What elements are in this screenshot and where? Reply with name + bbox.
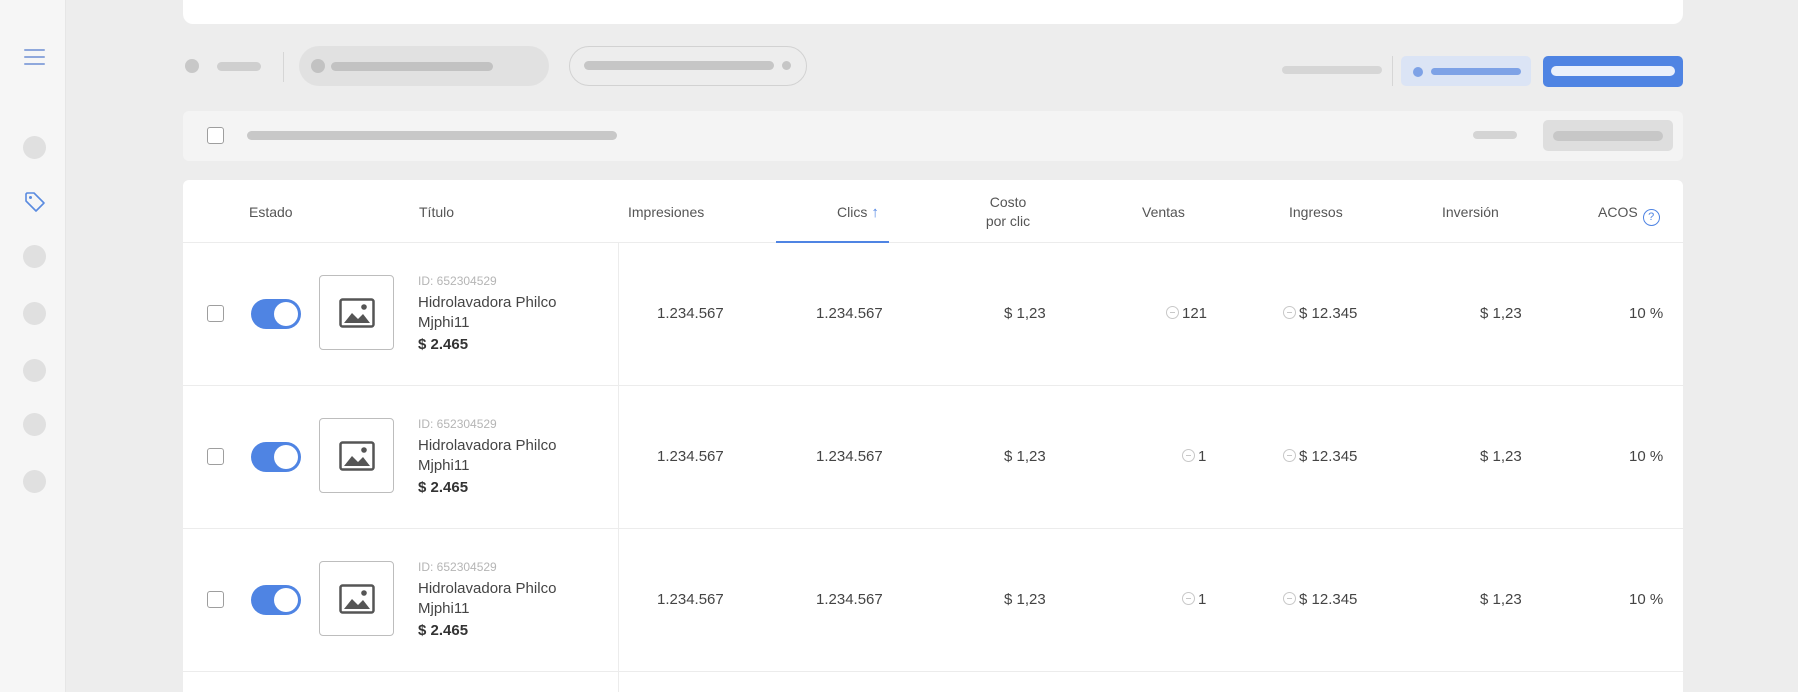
column-ventas[interactable]: Ventas: [1142, 204, 1185, 220]
column-clics-label: Clics: [837, 204, 868, 220]
nav-placeholder-icon[interactable]: [23, 245, 46, 268]
select-all-checkbox[interactable]: [207, 127, 224, 144]
costo-value: $ 1,23: [1004, 448, 1046, 465]
inversion-value: $ 1,23: [1480, 305, 1522, 322]
ingresos-info-icon: [1283, 306, 1296, 319]
column-costo-line1: Costo: [989, 194, 1027, 210]
ingresos-cell: $ 12.345: [1283, 448, 1357, 465]
product-price: $ 2.465: [418, 622, 469, 639]
ventas-info-icon: [1166, 306, 1179, 319]
nav-placeholder-icon[interactable]: [23, 302, 46, 325]
ingresos-cell: $ 12.345: [1283, 591, 1357, 608]
selection-placeholder-text: [247, 131, 617, 140]
acos-value: 10 %: [1629, 305, 1664, 322]
campaign-table: Estado Título Impresiones Clics ↑ Costo p…: [183, 180, 1683, 692]
bulk-action-bar: [183, 111, 1683, 161]
table-row: ID: 652304529 Hidrolavadora Philco Mjphi…: [183, 529, 1683, 672]
product-thumbnail: [319, 561, 394, 636]
bulk-action-button[interactable]: [1543, 120, 1673, 151]
column-costo-line2: por clic: [985, 213, 1031, 229]
ventas-cell: 121: [1166, 305, 1207, 322]
acos-value: 10 %: [1629, 591, 1664, 608]
product-thumbnail: [319, 275, 394, 350]
column-clics[interactable]: Clics ↑: [837, 204, 879, 221]
product-price: $ 2.465: [418, 336, 469, 353]
image-placeholder-icon: [339, 298, 375, 328]
menu-icon[interactable]: [24, 49, 45, 65]
selection-placeholder-label: [1473, 131, 1517, 139]
column-impresiones[interactable]: Impresiones: [628, 204, 704, 220]
ingresos-info-icon: [1283, 592, 1296, 605]
product-thumbnail: [319, 418, 394, 493]
product-title[interactable]: Hidrolavadora Philco Mjphi11: [418, 293, 598, 333]
ventas-cell: 1: [1182, 591, 1206, 608]
impresiones-value: 1.234.567: [657, 591, 724, 608]
table-header: Estado Título Impresiones Clics ↑ Costo p…: [183, 180, 1683, 243]
image-placeholder-icon: [339, 441, 375, 471]
ventas-cell: 1: [1182, 448, 1206, 465]
ingresos-value: $ 12.345: [1299, 448, 1358, 465]
filter-bar: [183, 42, 1683, 92]
ingresos-info-icon: [1283, 449, 1296, 462]
column-ingresos[interactable]: Ingresos: [1289, 204, 1343, 220]
filter-placeholder-text: [1282, 66, 1382, 74]
primary-button[interactable]: [1543, 56, 1683, 87]
product-id: ID: 652304529: [418, 560, 497, 574]
column-acos[interactable]: ACOS?: [1598, 204, 1660, 226]
image-placeholder-icon: [339, 584, 375, 614]
table-row: ID: 652304529 Hidrolavadora Philco Mjphi…: [183, 243, 1683, 386]
ventas-info-icon: [1182, 592, 1195, 605]
clics-value: 1.234.567: [816, 305, 883, 322]
filter-dropdown[interactable]: [569, 46, 807, 86]
row-checkbox[interactable]: [207, 305, 224, 322]
help-icon[interactable]: ?: [1642, 209, 1660, 226]
product-title[interactable]: Hidrolavadora Philco Mjphi11: [418, 579, 598, 619]
divider: [1392, 56, 1393, 86]
status-toggle[interactable]: [251, 442, 301, 472]
product-price: $ 2.465: [418, 479, 469, 496]
clics-value: 1.234.567: [816, 591, 883, 608]
inversion-value: $ 1,23: [1480, 448, 1522, 465]
clics-value: 1.234.567: [816, 448, 883, 465]
nav-placeholder-icon[interactable]: [23, 359, 46, 382]
table-row: ID: 652304529 Hidrolavadora Philco Mjphi…: [183, 386, 1683, 529]
status-toggle[interactable]: [251, 299, 301, 329]
column-costo-por-clic[interactable]: Costo por clic: [968, 193, 1048, 231]
sort-arrow-up-icon: ↑: [871, 204, 879, 221]
costo-value: $ 1,23: [1004, 591, 1046, 608]
inversion-value: $ 1,23: [1480, 591, 1522, 608]
column-estado[interactable]: Estado: [249, 204, 293, 220]
impresiones-value: 1.234.567: [657, 448, 724, 465]
ventas-value: 121: [1182, 305, 1208, 322]
ingresos-value: $ 12.345: [1299, 305, 1358, 322]
ingresos-value: $ 12.345: [1299, 591, 1358, 608]
column-inversion[interactable]: Inversión: [1442, 204, 1499, 220]
row-checkbox[interactable]: [207, 591, 224, 608]
side-rail: [0, 0, 66, 692]
ingresos-cell: $ 12.345: [1283, 305, 1357, 322]
ventas-value: 1: [1198, 448, 1207, 465]
row-checkbox[interactable]: [207, 448, 224, 465]
divider: [283, 52, 284, 82]
nav-placeholder-icon[interactable]: [23, 136, 46, 159]
ventas-info-icon: [1182, 449, 1195, 462]
costo-value: $ 1,23: [1004, 305, 1046, 322]
product-id: ID: 652304529: [418, 417, 497, 431]
top-card: [183, 0, 1683, 24]
status-toggle[interactable]: [251, 585, 301, 615]
filter-placeholder-icon: [185, 59, 199, 73]
column-acos-label: ACOS: [1598, 204, 1638, 220]
ventas-value: 1: [1198, 591, 1207, 608]
nav-placeholder-icon[interactable]: [23, 470, 46, 493]
filter-placeholder-label: [217, 62, 261, 71]
filter-chip[interactable]: [1401, 56, 1531, 86]
column-titulo[interactable]: Título: [419, 204, 454, 220]
product-id: ID: 652304529: [418, 274, 497, 288]
tag-icon[interactable]: [23, 190, 47, 214]
product-title[interactable]: Hidrolavadora Philco Mjphi11: [418, 436, 598, 476]
impresiones-value: 1.234.567: [657, 305, 724, 322]
acos-value: 10 %: [1629, 448, 1664, 465]
filter-pill[interactable]: [299, 46, 549, 86]
nav-placeholder-icon[interactable]: [23, 413, 46, 436]
